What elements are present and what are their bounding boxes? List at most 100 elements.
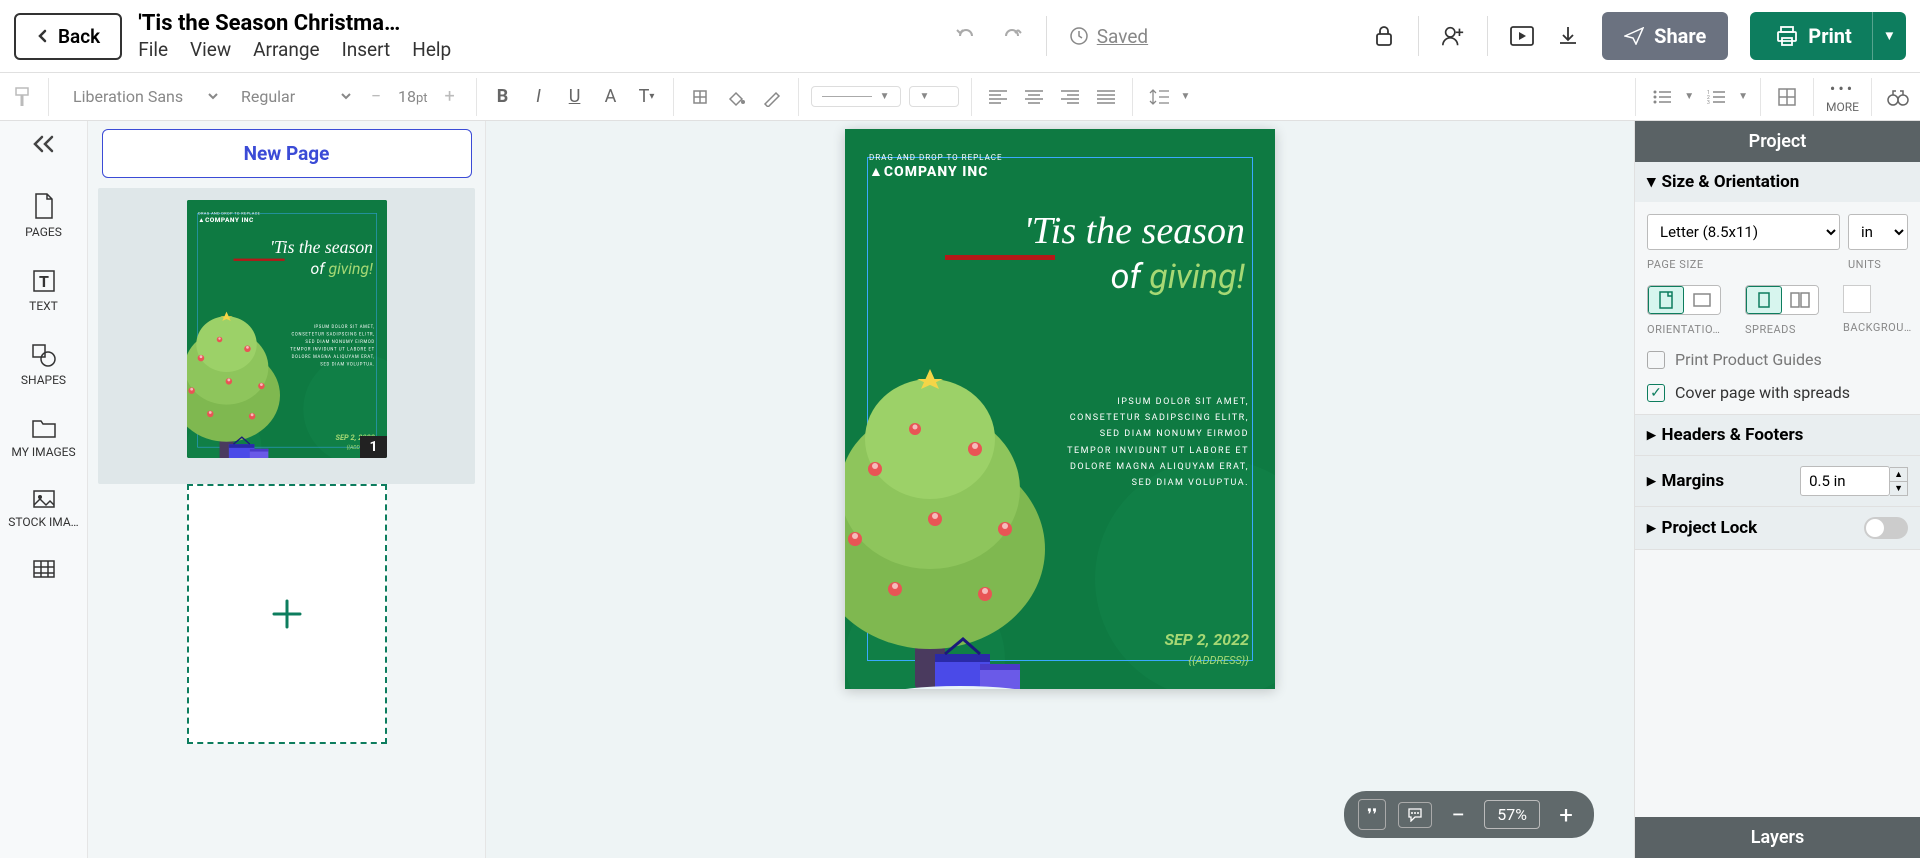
checkbox-cover-spreads[interactable]: ✓Cover page with spreads [1647, 383, 1908, 402]
nav-pages[interactable]: PAGES [0, 193, 87, 239]
align-justify-icon[interactable] [1092, 83, 1120, 111]
align-right-icon[interactable] [1056, 83, 1084, 111]
body-text[interactable]: IPSUM DOLOR SIT AMET, CONSETETUR SADIPSC… [1059, 394, 1249, 491]
share-button[interactable]: Share [1602, 12, 1728, 60]
font-size-value[interactable]: 18pt [398, 87, 428, 106]
spreads-double[interactable] [1782, 286, 1818, 314]
margin-increase[interactable]: ▲ [1890, 468, 1907, 481]
fill-icon[interactable] [722, 83, 750, 111]
align-center-icon[interactable] [1020, 83, 1048, 111]
bold-icon[interactable]: B [489, 83, 517, 111]
font-weight-select[interactable]: Regular [229, 82, 354, 111]
page-thumbnail-1[interactable]: DRAG AND DROP TO REPLACE ▲COMPANY INC 'T… [187, 200, 387, 458]
page-size-select[interactable]: Letter (8.5x11) [1647, 214, 1840, 250]
menu-help[interactable]: Help [412, 38, 451, 61]
page-icon [33, 193, 55, 219]
nav-tables[interactable] [0, 559, 87, 579]
format-painter-icon[interactable] [8, 83, 36, 111]
date-text[interactable]: SEP 2, 2022 [1164, 630, 1249, 649]
new-page-button[interactable]: New Page [102, 129, 472, 178]
collapse-icon[interactable] [32, 135, 56, 153]
checkbox-print-guides[interactable]: Print Product Guides [1647, 350, 1908, 369]
label-spreads: SPREADS [1745, 323, 1819, 336]
zoom-out-icon[interactable]: − [1444, 801, 1472, 829]
menu-arrange[interactable]: Arrange [253, 38, 319, 61]
nav-text[interactable]: T TEXT [0, 269, 87, 313]
margin-input[interactable] [1800, 466, 1890, 496]
pen-icon[interactable] [758, 83, 786, 111]
font-family-select[interactable]: Liberation Sans [61, 82, 221, 111]
play-icon[interactable] [1510, 24, 1534, 48]
menu-insert[interactable]: Insert [342, 38, 391, 61]
clock-icon [1069, 26, 1089, 46]
project-lock-toggle[interactable] [1864, 517, 1908, 539]
font-color-icon[interactable]: A [597, 83, 625, 111]
undo-icon[interactable] [954, 24, 978, 48]
nav-my-images[interactable]: MY IMAGES [0, 417, 87, 459]
binoculars-icon[interactable] [1884, 83, 1912, 111]
label-units: UNITS [1848, 258, 1908, 271]
canvas-area[interactable]: DRAG AND DROP TO REPLACE ▲COMPANY INC 'T… [486, 121, 1634, 858]
headline-2[interactable]: of giving! [1111, 257, 1245, 297]
number-list-icon[interactable]: 123 [1702, 83, 1730, 111]
spreads-single[interactable] [1746, 286, 1782, 314]
print-dropdown[interactable]: ▼ [1872, 12, 1906, 60]
line-weight-select[interactable]: ▼ [909, 86, 959, 107]
headline-1[interactable]: 'Tis the season [270, 237, 373, 257]
red-underline [233, 259, 284, 261]
zoom-in-icon[interactable]: + [1552, 801, 1580, 829]
align-left-icon[interactable] [984, 83, 1012, 111]
layout-icon[interactable] [1773, 83, 1801, 111]
nav-shapes[interactable]: SHAPES [0, 343, 87, 387]
add-user-icon[interactable] [1441, 24, 1465, 48]
send-icon [1624, 27, 1644, 45]
pages-panel: New Page [88, 121, 486, 858]
section-size-orientation[interactable]: ▾Size & Orientation [1635, 162, 1920, 202]
image-icon [32, 489, 56, 509]
units-select[interactable]: in [1848, 214, 1908, 250]
line-height-icon[interactable] [1145, 83, 1173, 111]
bullet-list-icon[interactable] [1648, 83, 1676, 111]
menu-view[interactable]: View [190, 38, 231, 61]
lock-icon[interactable] [1372, 24, 1396, 48]
panel-header-layers[interactable]: Layers [1635, 817, 1920, 858]
title-area: 'Tis the Season Christma… File View Arra… [138, 11, 451, 61]
shapes-icon [31, 343, 57, 367]
margin-decrease[interactable]: ▼ [1890, 481, 1907, 495]
svg-text:3: 3 [1707, 100, 1710, 104]
section-headers-footers[interactable]: ▸Headers & Footers [1635, 415, 1920, 455]
saved-status[interactable]: Saved [1069, 25, 1148, 48]
crop-icon[interactable] [686, 83, 714, 111]
text-case-icon[interactable]: T▾ [633, 83, 661, 111]
italic-icon[interactable]: I [525, 83, 553, 111]
more-button[interactable]: ••• MORE [1826, 79, 1859, 114]
back-button[interactable]: Back [14, 13, 122, 60]
body-text[interactable]: IPSUM DOLOR SIT AMET, CONSETETUR SADIPSC… [286, 323, 374, 368]
line-style-select[interactable]: ▼ [811, 86, 901, 107]
panel-header-project[interactable]: Project [1635, 121, 1920, 162]
section-margins[interactable]: ▸Margins ▲▼ [1635, 456, 1920, 506]
headline-2[interactable]: of giving! [310, 260, 373, 279]
zoom-value[interactable]: 57% [1484, 800, 1540, 829]
address-text[interactable]: {{ADDRESS}} [1188, 654, 1249, 667]
download-icon[interactable] [1556, 24, 1580, 48]
font-size-increase[interactable]: + [436, 83, 464, 111]
headline-1[interactable]: 'Tis the season [1024, 209, 1245, 253]
section-project-lock[interactable]: ▸Project Lock [1635, 507, 1920, 549]
background-swatch[interactable] [1843, 285, 1871, 313]
underline-icon[interactable]: U [561, 83, 589, 111]
add-page-thumbnail[interactable] [187, 484, 387, 744]
redo-icon[interactable] [1000, 24, 1024, 48]
design-canvas[interactable]: DRAG AND DROP TO REPLACE ▲COMPANY INC 'T… [845, 129, 1275, 689]
menu-file[interactable]: File [138, 38, 168, 61]
top-bar: Back 'Tis the Season Christma… File View… [0, 0, 1920, 73]
comment-icon[interactable] [1398, 802, 1432, 828]
print-button[interactable]: Print [1750, 12, 1878, 60]
orientation-landscape[interactable] [1684, 286, 1720, 314]
quote-tool-icon[interactable]: ❜❜ [1358, 799, 1386, 830]
nav-stock-images[interactable]: STOCK IMA… [0, 489, 87, 529]
orientation-portrait[interactable] [1648, 286, 1684, 314]
folder-icon [31, 417, 57, 439]
document-title[interactable]: 'Tis the Season Christma… [138, 11, 438, 36]
font-size-decrease[interactable]: − [362, 83, 390, 111]
